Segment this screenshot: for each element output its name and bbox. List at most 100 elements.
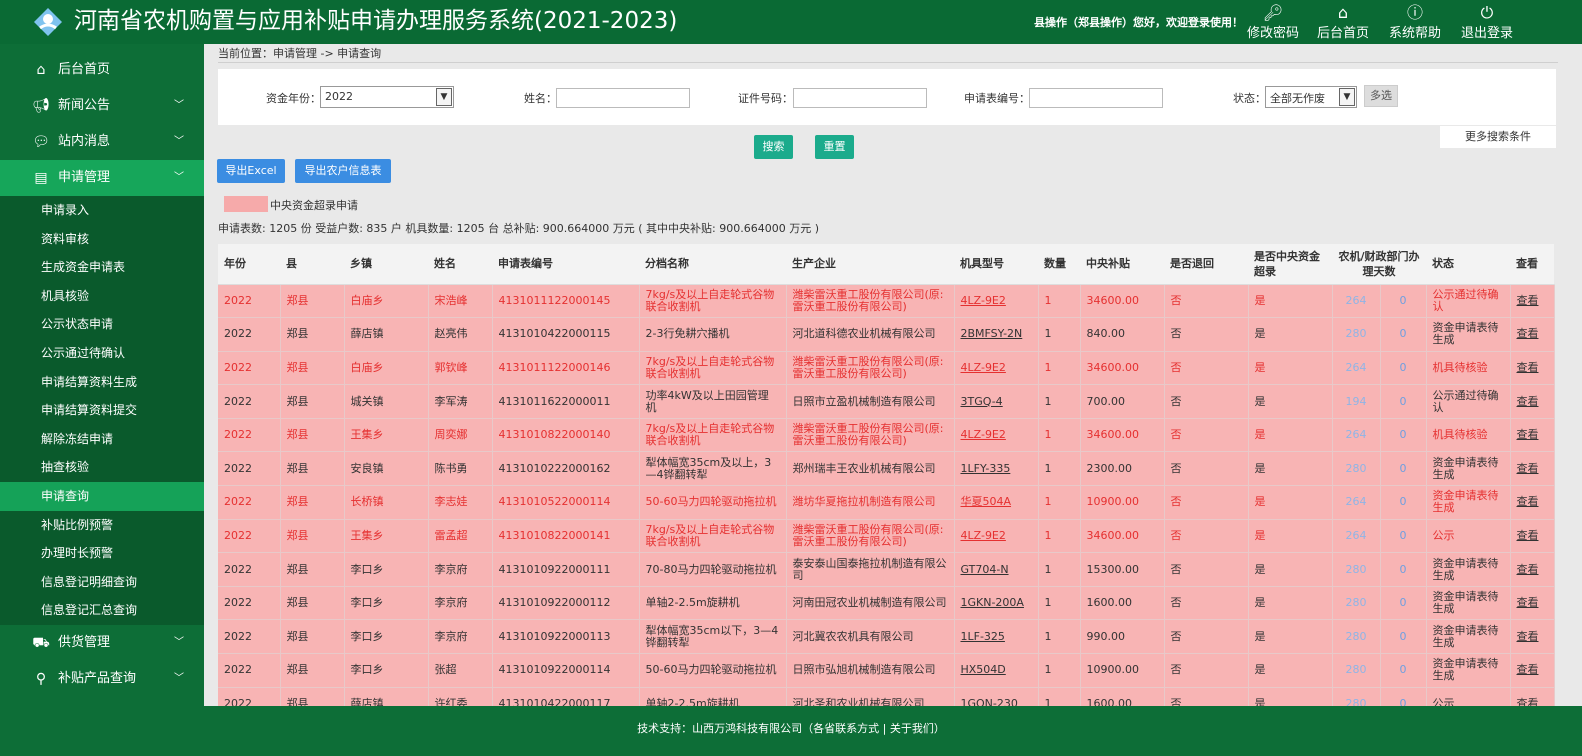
table-cell: 3TGQ-4 bbox=[954, 384, 1039, 419]
view-link[interactable]: 查看 bbox=[1517, 663, 1539, 676]
table-cell: 是 bbox=[1248, 351, 1333, 386]
table-cell: 否 bbox=[1164, 384, 1249, 419]
table-cell: 郑县 bbox=[280, 485, 345, 520]
table-cell: 10900.00 bbox=[1080, 653, 1165, 688]
table-cell: 1LF-325 bbox=[954, 619, 1039, 655]
view-link[interactable]: 查看 bbox=[1517, 697, 1539, 706]
table-cell: 是 bbox=[1248, 619, 1333, 655]
table-cell: 公示 bbox=[1426, 519, 1511, 554]
table-cell: 是 bbox=[1248, 552, 1333, 587]
model-link[interactable]: 2BMFSY-2N bbox=[961, 327, 1023, 340]
sidebar-item-news[interactable]: 📢︎ 新闻公告 ﹀ bbox=[0, 88, 204, 124]
chevron-down-icon: ﹀ bbox=[174, 100, 184, 111]
table-cell: 郑县 bbox=[280, 418, 345, 453]
table-row: 2022 郑县 李口乡 李京府 4131010922000113 犁体幅宽35cm以下，3… bbox=[218, 619, 1555, 655]
view-link[interactable]: 查看 bbox=[1517, 563, 1539, 576]
table-cell: 1GQN-230 bbox=[954, 687, 1039, 706]
table-cell: 1600.00 bbox=[1080, 586, 1165, 621]
reset-button[interactable]: 重置 bbox=[815, 135, 854, 159]
view-link[interactable]: 查看 bbox=[1517, 361, 1539, 374]
legend-label: 中央资金超录申请 bbox=[270, 199, 358, 212]
submenu-item[interactable]: 抽查核验 bbox=[0, 453, 204, 482]
table-cell: 1 bbox=[1038, 317, 1081, 352]
model-link[interactable]: 4LZ-9E2 bbox=[961, 428, 1006, 441]
column-header: 年份 bbox=[218, 244, 280, 285]
view-link[interactable]: 查看 bbox=[1517, 495, 1539, 508]
divider bbox=[218, 62, 1558, 63]
submenu-item[interactable]: 公示状态申请 bbox=[0, 310, 204, 339]
table-row: 2022 郑县 城关镇 李军涛 4131011622000011 功率4kW及以上田园管理… bbox=[218, 384, 1555, 419]
more-search-conditions[interactable]: 更多搜索条件 bbox=[1440, 126, 1556, 148]
view-link[interactable]: 查看 bbox=[1517, 294, 1539, 307]
name-input[interactable] bbox=[556, 88, 690, 108]
table-cell: 0 bbox=[1380, 351, 1427, 386]
export-farmer-info-button[interactable]: 导出农户信息表 bbox=[295, 159, 391, 183]
model-link[interactable]: 1GQN-230 bbox=[961, 697, 1018, 706]
model-link[interactable]: 4LZ-9E2 bbox=[961, 294, 1006, 307]
model-link[interactable]: 4LZ-9E2 bbox=[961, 361, 1006, 374]
multi-select-button[interactable]: 多选 bbox=[1364, 85, 1398, 107]
submenu-item[interactable]: 申请结算资料提交 bbox=[0, 396, 204, 425]
table-cell: 查看 bbox=[1510, 351, 1555, 386]
view-link[interactable]: 查看 bbox=[1517, 529, 1539, 542]
submenu-item[interactable]: 机具核验 bbox=[0, 282, 204, 311]
table-cell: 郑县 bbox=[280, 284, 345, 319]
year-select[interactable]: 2022 ▼ bbox=[320, 86, 454, 108]
submenu-item[interactable]: 生成资金申请表 bbox=[0, 253, 204, 282]
submenu-item[interactable]: 申请结算资料生成 bbox=[0, 368, 204, 397]
view-link[interactable]: 查看 bbox=[1517, 395, 1539, 408]
table-cell: 许红委 bbox=[428, 687, 493, 706]
table-cell: 公示通过待确认 bbox=[1426, 284, 1511, 319]
view-link[interactable]: 查看 bbox=[1517, 462, 1539, 475]
submenu-item-active[interactable]: 申请查询 bbox=[0, 481, 204, 511]
logout-button[interactable]: ⏻ 退出登录 bbox=[1452, 4, 1522, 42]
table-cell: 280 bbox=[1332, 687, 1381, 706]
id-number-input[interactable] bbox=[793, 88, 927, 108]
table-cell: 否 bbox=[1164, 317, 1249, 352]
table-cell: 是 bbox=[1248, 687, 1333, 706]
form-number-input[interactable] bbox=[1029, 88, 1163, 108]
column-header: 中央补贴 bbox=[1080, 244, 1164, 285]
table-cell: 周奕娜 bbox=[428, 418, 493, 453]
view-link[interactable]: 查看 bbox=[1517, 630, 1539, 643]
submenu-item[interactable]: 办理时长预警 bbox=[0, 539, 204, 568]
sidebar-item-supply-management[interactable]: ⛟ 供货管理 ﹀ bbox=[0, 625, 204, 661]
sidebar-item-application-management[interactable]: ▤ 申请管理 ﹀ bbox=[0, 160, 204, 196]
model-link[interactable]: 4LZ-9E2 bbox=[961, 529, 1006, 542]
status-select[interactable]: 全部无作废 ▼ bbox=[1265, 86, 1357, 108]
search-button[interactable]: 搜索 bbox=[754, 135, 793, 159]
submenu-item[interactable]: 信息登记汇总查询 bbox=[0, 596, 204, 625]
table-cell: 郑县 bbox=[280, 317, 345, 352]
submenu-item[interactable]: 资料审核 bbox=[0, 225, 204, 254]
sidebar-item-product-query[interactable]: ⚲ 补贴产品查询 ﹀ bbox=[0, 661, 204, 697]
admin-home-button[interactable]: ⌂ 后台首页 bbox=[1308, 4, 1378, 42]
system-help-button[interactable]: ⓘ 系统帮助 bbox=[1380, 4, 1450, 42]
table-cell: 264 bbox=[1332, 351, 1381, 386]
table-cell: 公示通过待确认 bbox=[1426, 384, 1511, 419]
export-excel-button[interactable]: 导出Excel bbox=[217, 159, 285, 183]
model-link[interactable]: HX504D bbox=[961, 663, 1006, 676]
change-password-button[interactable]: 🔑︎ 修改密码 bbox=[1238, 4, 1308, 42]
submenu-item[interactable]: 申请录入 bbox=[0, 196, 204, 225]
table-cell: 城关镇 bbox=[344, 384, 429, 419]
model-link[interactable]: 3TGQ-4 bbox=[961, 395, 1003, 408]
submenu-item[interactable]: 补贴比例预警 bbox=[0, 511, 204, 540]
sidebar-item-messages[interactable]: 💬︎ 站内消息 ﹀ bbox=[0, 124, 204, 160]
table-cell: 李口乡 bbox=[344, 552, 429, 587]
model-link[interactable]: 1LFY-335 bbox=[961, 462, 1011, 475]
view-link[interactable]: 查看 bbox=[1517, 428, 1539, 441]
column-header: 生产企业 bbox=[786, 244, 954, 285]
submenu-item[interactable]: 信息登记明细查询 bbox=[0, 568, 204, 597]
table-cell: 郑县 bbox=[280, 619, 345, 655]
view-link[interactable]: 查看 bbox=[1517, 596, 1539, 609]
sidebar-item-admin-home[interactable]: ⌂ 后台首页 bbox=[0, 52, 204, 88]
table-row: 2022 郑县 白庙乡 宋浩峰 4131011122000145 7kg/s及以上自走轮式… bbox=[218, 284, 1555, 319]
submenu-item[interactable]: 解除冻结申请 bbox=[0, 425, 204, 454]
model-link[interactable]: 华夏504A bbox=[961, 495, 1012, 508]
model-link[interactable]: 1GKN-200A bbox=[961, 596, 1024, 609]
model-link[interactable]: GT704-N bbox=[961, 563, 1009, 576]
submenu-item[interactable]: 公示通过待确认 bbox=[0, 339, 204, 368]
view-link[interactable]: 查看 bbox=[1517, 327, 1539, 340]
megaphone-icon: 📢︎ bbox=[32, 98, 50, 114]
model-link[interactable]: 1LF-325 bbox=[961, 630, 1005, 643]
